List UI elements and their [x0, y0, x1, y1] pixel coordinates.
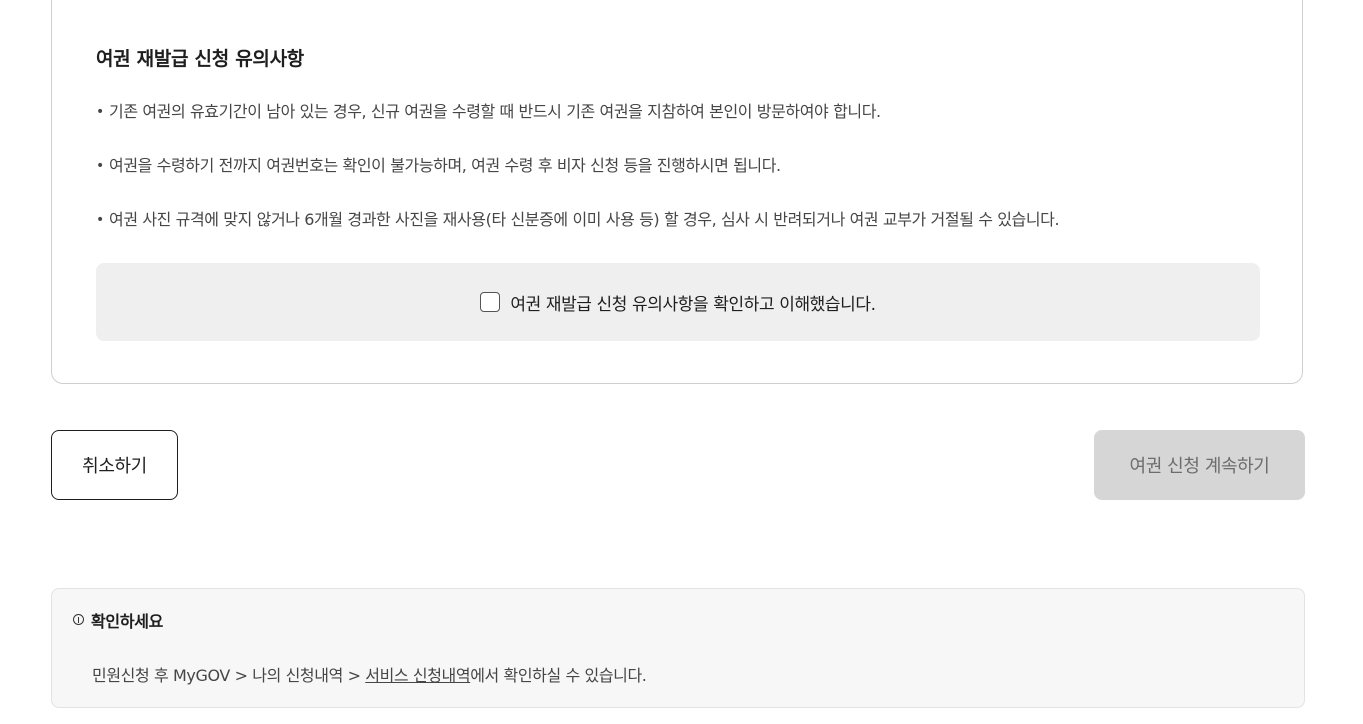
info-text: 민원신청 후 MyGOV > 나의 신청내역 > 서비스 신청내역에서 확인하실… [92, 662, 647, 686]
bullet-icon: • [96, 212, 104, 228]
info-title: 확인하세요 [91, 612, 164, 631]
confirm-checkbox-label[interactable]: 여권 재발급 신청 유의사항을 확인하고 이해했습니다. [510, 290, 876, 315]
info-box: 확인하세요 민원신청 후 MyGOV > 나의 신청내역 > 서비스 신청내역에… [51, 588, 1305, 708]
bullet-icon: • [96, 104, 104, 120]
notice-item: • 여권 사진 규격에 맞지 않거나 6개월 경과한 사진을 재사용(타 신분증… [96, 208, 1060, 232]
notice-list: • 기존 여권의 유효기간이 남아 있는 경우, 신규 여권을 수령할 때 반드… [96, 100, 1060, 232]
notice-title: 여권 재발급 신청 유의사항 [96, 48, 304, 70]
info-text-after: 에서 확인하실 수 있습니다. [470, 666, 647, 685]
notice-item-text: 여권을 수령하기 전까지 여권번호는 확인이 불가능하며, 여권 수령 후 비자… [109, 156, 781, 175]
notice-item: • 기존 여권의 유효기간이 남아 있는 경우, 신규 여권을 수령할 때 반드… [96, 100, 1059, 124]
bullet-icon: • [96, 158, 104, 174]
info-circle-icon [73, 614, 84, 625]
info-text-before: 민원신청 후 MyGOV > 나의 신청내역 > [92, 666, 366, 685]
confirm-box: 여권 재발급 신청 유의사항을 확인하고 이해했습니다. [96, 263, 1260, 341]
cancel-button[interactable]: 취소하기 [51, 430, 178, 500]
notice-item-text: 여권 사진 규격에 맞지 않거나 6개월 경과한 사진을 재사용(타 신분증에 … [109, 210, 1060, 229]
notice-item: • 여권을 수령하기 전까지 여권번호는 확인이 불가능하며, 여권 수령 후 … [96, 154, 1059, 178]
service-history-link[interactable]: 서비스 신청내역 [365, 666, 470, 685]
confirm-checkbox[interactable] [480, 292, 501, 312]
continue-application-button[interactable]: 여권 신청 계속하기 [1094, 430, 1305, 500]
notice-item-text: 기존 여권의 유효기간이 남아 있는 경우, 신규 여권을 수령할 때 반드시 … [109, 102, 881, 121]
